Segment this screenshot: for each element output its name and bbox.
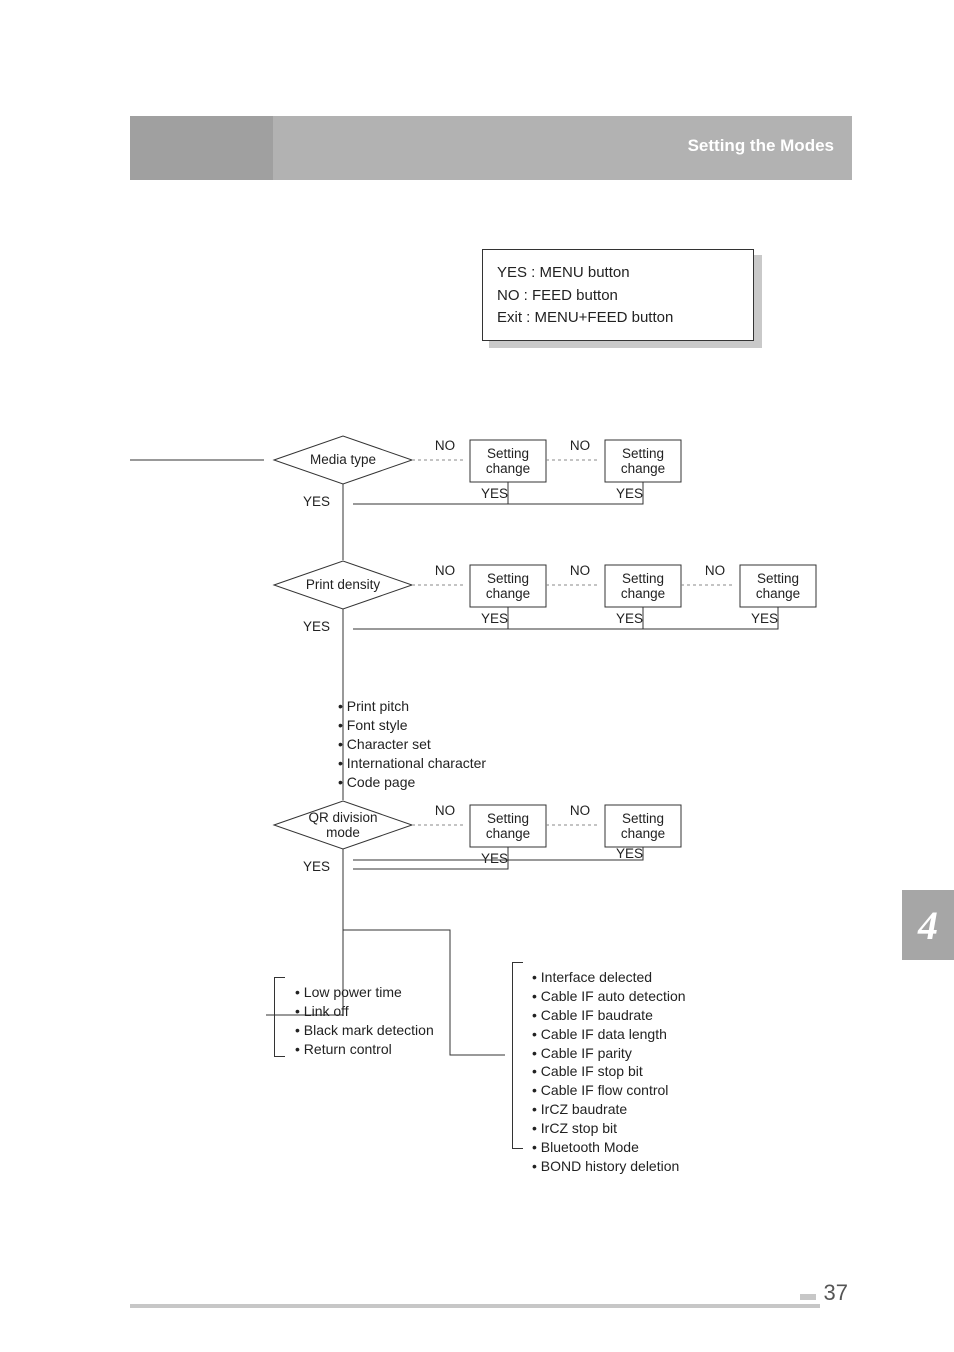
list-item: • Code page (338, 773, 486, 792)
svg-text:change: change (756, 586, 800, 601)
list-item: • Font style (338, 716, 486, 735)
svg-text:QR division: QR division (308, 810, 377, 825)
svg-text:YES: YES (481, 486, 508, 501)
svg-text:Media type: Media type (310, 452, 376, 467)
svg-text:change: change (486, 826, 530, 841)
svg-text:Print density: Print density (306, 577, 381, 592)
legend-no: NO : FEED button (497, 285, 739, 308)
legend-yes: YES : MENU button (497, 262, 739, 285)
svg-text:mode: mode (326, 825, 360, 840)
svg-text:NO: NO (705, 563, 725, 578)
list-item: • Cable IF data length (532, 1025, 686, 1044)
svg-text:YES: YES (616, 611, 643, 626)
footer-rule (130, 1304, 820, 1308)
list-item: • Low power time (295, 983, 434, 1002)
svg-text:change: change (486, 586, 530, 601)
list-item: • Bluetooth Mode (532, 1138, 686, 1157)
list-item: • Cable IF flow control (532, 1081, 686, 1100)
svg-text:NO: NO (570, 803, 590, 818)
page-tick (800, 1294, 816, 1300)
svg-text:Setting: Setting (487, 811, 529, 826)
svg-text:Setting: Setting (757, 571, 799, 586)
list-item: • Interface delected (532, 968, 686, 987)
list-item: • IrCZ baudrate (532, 1100, 686, 1119)
mid-sequence-list: • Print pitch • Font style • Character s… (338, 697, 486, 791)
legend-exit: Exit : MENU+FEED button (497, 307, 739, 330)
list-item: • Link off (295, 1002, 434, 1021)
svg-text:YES: YES (751, 611, 778, 626)
list-item: • Cable IF stop bit (532, 1062, 686, 1081)
page-number: 37 (824, 1280, 848, 1306)
legend-box: YES : MENU button NO : FEED button Exit … (482, 249, 754, 341)
list-item: • Black mark detection (295, 1021, 434, 1040)
svg-text:change: change (486, 461, 530, 476)
svg-text:change: change (621, 826, 665, 841)
svg-text:YES: YES (481, 611, 508, 626)
svg-text:Setting: Setting (487, 571, 529, 586)
svg-text:NO: NO (435, 803, 455, 818)
svg-text:Setting: Setting (487, 446, 529, 461)
svg-text:NO: NO (570, 563, 590, 578)
chapter-tab: 4 (902, 890, 954, 960)
page-title: Setting the Modes (688, 136, 834, 156)
list-item: • Print pitch (338, 697, 486, 716)
list-item: • Character set (338, 735, 486, 754)
svg-text:NO: NO (435, 563, 455, 578)
svg-text:Setting: Setting (622, 571, 664, 586)
svg-text:change: change (621, 461, 665, 476)
header-accent (130, 116, 273, 180)
left-bracket (274, 977, 285, 1057)
svg-text:YES: YES (481, 851, 508, 866)
svg-text:YES: YES (616, 486, 643, 501)
svg-text:YES: YES (616, 846, 643, 861)
right-bracket (512, 962, 523, 1149)
list-item: • BOND history deletion (532, 1157, 686, 1176)
list-item: • International character (338, 754, 486, 773)
svg-text:YES: YES (303, 619, 330, 634)
svg-text:YES: YES (303, 494, 330, 509)
list-item: • Cable IF auto detection (532, 987, 686, 1006)
right-sequence-list: • Interface delected • Cable IF auto det… (532, 968, 686, 1176)
svg-text:NO: NO (570, 438, 590, 453)
svg-text:Setting: Setting (622, 811, 664, 826)
left-sequence-list: • Low power time • Link off • Black mark… (295, 983, 434, 1059)
svg-text:YES: YES (303, 859, 330, 874)
page: Setting the Modes YES : MENU button NO :… (0, 0, 954, 1352)
list-item: • IrCZ stop bit (532, 1119, 686, 1138)
svg-text:Setting: Setting (622, 446, 664, 461)
svg-text:NO: NO (435, 438, 455, 453)
svg-text:change: change (621, 586, 665, 601)
flowchart: Media type NO Setting change NO Setting … (130, 370, 850, 1140)
list-item: • Cable IF parity (532, 1044, 686, 1063)
list-item: • Return control (295, 1040, 434, 1059)
list-item: • Cable IF baudrate (532, 1006, 686, 1025)
